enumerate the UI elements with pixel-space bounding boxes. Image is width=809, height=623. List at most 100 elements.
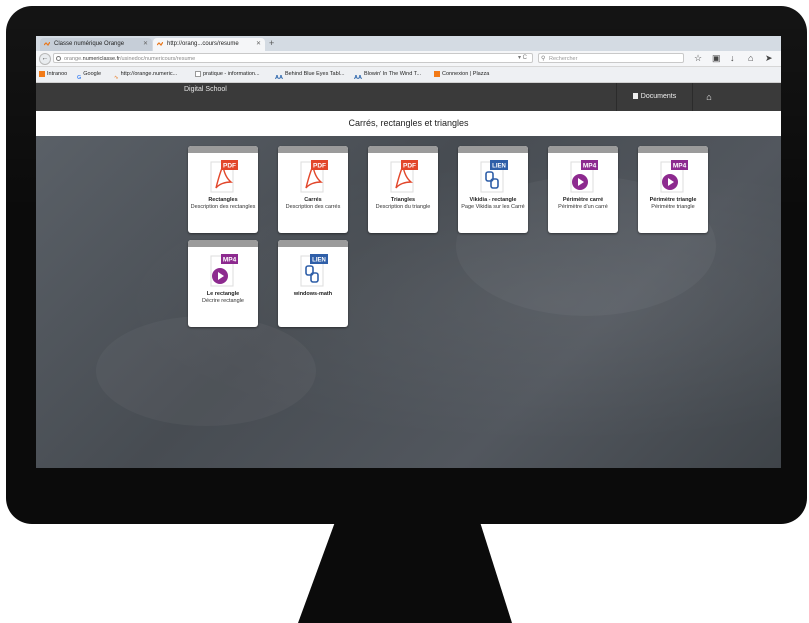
home-icon[interactable]: ⌂ <box>691 83 727 111</box>
card-title: Rectangles <box>208 197 238 203</box>
bookmark-orange-numeric[interactable]: ∿http://orange.numeric... <box>114 67 177 82</box>
card-header <box>278 240 348 247</box>
video-play-icon: MP4 <box>570 160 598 193</box>
close-tab-icon[interactable]: ✕ <box>256 38 261 51</box>
card-header <box>638 146 708 153</box>
video-play-icon: MP4 <box>210 254 238 287</box>
resource-card-perimetre-triangle[interactable]: MP4 Périmètre triangle Périmètre triangl… <box>638 146 708 233</box>
resource-card-carres[interactable]: PDF Carrés Description des carrés <box>278 146 348 233</box>
svg-text:LIEN: LIEN <box>312 258 326 264</box>
card-header <box>188 146 258 153</box>
resource-card-triangles[interactable]: PDF Triangles Description du triangle <box>368 146 438 233</box>
bookmark-google[interactable]: GGoogle <box>77 67 101 82</box>
resource-card-perimetre-carre[interactable]: MP4 Périmètre carré Périmètre d'un carré <box>548 146 618 233</box>
svg-text:MP4: MP4 <box>673 163 687 170</box>
chalk-smudge <box>96 316 316 426</box>
tab-label: http://orang...cours/resume <box>167 41 239 47</box>
search-icon: ⚲ <box>541 56 546 62</box>
bookmark-behind-blue-eyes[interactable]: AABehind Blue Eyes Tabl... <box>275 67 344 82</box>
home-icon[interactable]: ⌂ <box>748 52 753 65</box>
svg-text:LIEN: LIEN <box>492 164 506 170</box>
card-description: Périmètre d'un carré <box>558 204 608 210</box>
card-header <box>278 146 348 153</box>
send-icon[interactable]: ➤ <box>765 52 773 65</box>
card-title: windows-math <box>293 291 333 297</box>
svg-text:MP4: MP4 <box>583 163 597 170</box>
pdf-icon: PDF <box>300 160 328 193</box>
card-header <box>368 146 438 153</box>
bookmark-label: Intranoo <box>47 71 68 77</box>
bookmark-label: Connexion | Plazza <box>442 71 490 77</box>
page-icon <box>195 70 201 77</box>
navigation-bar: ← orange.numericlasse.fr/usinedoc/numeri… <box>36 51 781 67</box>
page-title: Carrés, rectangles et triangles <box>36 111 781 136</box>
tab-classe-numerique[interactable]: Classe numérique Orange ✕ <box>40 38 152 51</box>
orange-square-icon <box>39 70 45 77</box>
bookmark-plazza[interactable]: Connexion | Plazza <box>434 67 489 82</box>
document-icon <box>632 93 638 99</box>
card-description: Description du triangle <box>375 204 431 210</box>
orange-favicon-icon <box>157 42 163 46</box>
card-title: Triangles <box>390 197 416 203</box>
clipboard-icon[interactable]: ▣ <box>712 52 721 65</box>
video-play-icon: MP4 <box>660 160 688 193</box>
globe-icon <box>56 56 61 61</box>
resource-card-le-rectangle[interactable]: MP4 Le rectangle Décrire rectangle <box>188 240 258 327</box>
url-bar[interactable]: orange.numericlasse.fr/usinedoc/numerico… <box>53 53 533 63</box>
new-tab-icon[interactable]: + <box>269 37 274 50</box>
card-title: Périmètre carré <box>562 197 604 203</box>
url-path: /usinedoc/numericours/resume <box>119 56 196 62</box>
card-header <box>188 240 258 247</box>
resource-card-vikidia[interactable]: LIEN Vikidia - rectangle Page Vikidia su… <box>458 146 528 233</box>
tab-label: Classe numérique Orange <box>54 41 125 47</box>
search-placeholder: Rechercher <box>549 56 578 62</box>
card-description: Description des rectangles <box>190 204 256 210</box>
bookmark-label: Google <box>83 71 102 77</box>
brand-logo[interactable]: Digital School <box>184 86 227 93</box>
bookmark-label: http://orange.numeric... <box>120 71 178 77</box>
bookmark-label: pratique - information... <box>203 71 260 77</box>
back-arrow-icon[interactable]: ← <box>39 53 51 65</box>
link-icon: LIEN <box>480 160 508 193</box>
url-host: numericlasse.fr <box>82 56 120 62</box>
svg-text:PDF: PDF <box>313 163 326 170</box>
tab-site-icon: AA <box>354 74 362 81</box>
link-icon: LIEN <box>300 254 328 287</box>
screen: Classe numérique Orange ✕ http://orang..… <box>36 36 781 468</box>
card-description: Décrire rectangle <box>202 298 244 304</box>
documents-button[interactable]: Documents <box>616 83 693 111</box>
resource-card-rectangles[interactable]: PDF Rectangles Description des rectangle… <box>188 146 258 233</box>
resource-card-windows-math[interactable]: LIEN windows-math <box>278 240 348 327</box>
search-input[interactable]: ⚲ Rechercher <box>538 53 684 63</box>
google-icon: G <box>77 74 82 81</box>
bookmarks-bar: Intranoo GGoogle ∿http://orange.numeric.… <box>36 67 781 83</box>
card-title: Périmètre triangle <box>649 197 697 203</box>
card-header <box>548 146 618 153</box>
card-description: Description des carrés <box>285 204 341 210</box>
bookmark-label: Behind Blue Eyes Tabl... <box>284 71 345 77</box>
url-prefix: orange. <box>64 56 83 62</box>
bookmark-intranoo[interactable]: Intranoo <box>39 67 67 82</box>
site-header: Digital School Documents ⌂ <box>36 83 781 111</box>
pdf-icon: PDF <box>390 160 418 193</box>
reload-icon[interactable]: ▾ C <box>518 53 527 63</box>
card-description: Page Vikidia sur les Carré <box>461 204 525 210</box>
card-title: Le rectangle <box>206 291 240 297</box>
orange-square-icon <box>434 70 440 77</box>
tab-resume[interactable]: http://orang...cours/resume ✕ <box>153 38 265 51</box>
card-title: Carrés <box>304 197 322 203</box>
svg-text:MP4: MP4 <box>223 257 237 264</box>
bookmark-pratique[interactable]: pratique - information... <box>195 67 260 82</box>
bookmark-label: Blowin' In The Wind T... <box>363 71 422 77</box>
download-icon[interactable]: ↓ <box>730 52 735 65</box>
close-tab-icon[interactable]: ✕ <box>143 38 148 51</box>
pdf-icon: PDF <box>210 160 238 193</box>
orange-favicon-icon: ∿ <box>114 74 119 81</box>
tab-site-icon: AA <box>275 74 283 81</box>
card-header <box>458 146 528 153</box>
star-bookmark-icon[interactable]: ☆ <box>694 52 702 65</box>
bookmark-blowin[interactable]: AABlowin' In The Wind T... <box>354 67 421 82</box>
documents-label: Documents <box>640 93 677 100</box>
svg-text:PDF: PDF <box>403 163 416 170</box>
card-title: Vikidia - rectangle <box>469 197 517 203</box>
